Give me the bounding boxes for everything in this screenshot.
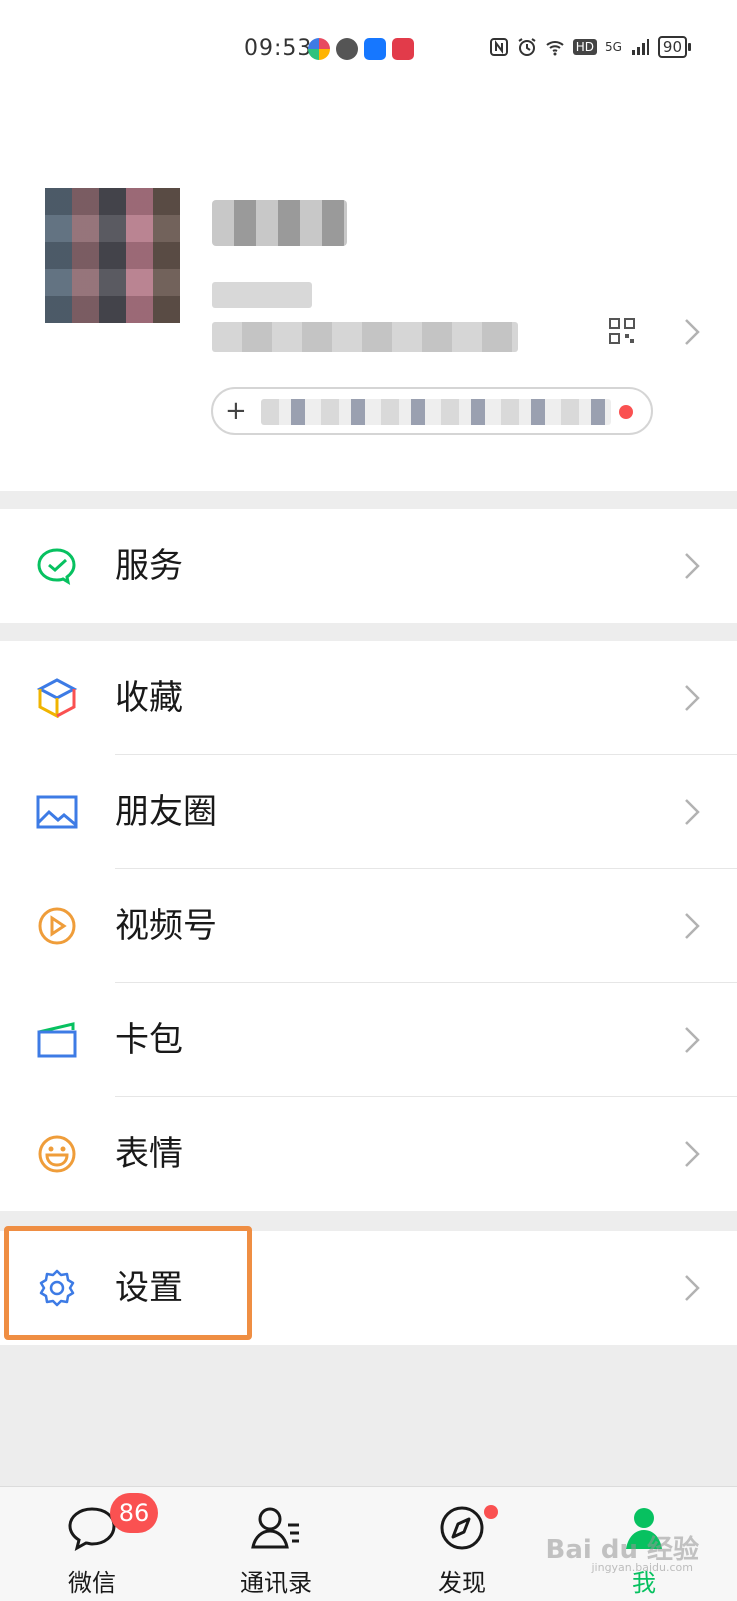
tab-label: 微信 (68, 1569, 116, 1597)
tab-chats[interactable]: 86 微信 (32, 1487, 158, 1601)
discover-red-dot (484, 1505, 498, 1519)
menu-item-stickers[interactable]: 表情 (0, 1097, 737, 1211)
profile-card[interactable]: + (0, 100, 737, 491)
wechat-notification-icon (336, 38, 358, 60)
menu-item-moments[interactable]: 朋友圈 (0, 755, 737, 869)
signal-icon (631, 39, 649, 55)
chevron-right-icon (685, 1141, 700, 1167)
services-group: 服务 (0, 509, 737, 623)
chevron-right-icon (685, 799, 700, 825)
nfc-icon (489, 38, 508, 56)
status-time: 09:53 (244, 36, 313, 61)
status-bar: 09:53 HD 5G 90 (0, 0, 737, 100)
alipay-notification-icon (364, 38, 386, 60)
menu-item-channels[interactable]: 视频号 (0, 869, 737, 983)
qr-code-icon[interactable] (609, 318, 635, 344)
wechat-pay-icon (37, 548, 76, 586)
status-red-dot (619, 405, 633, 419)
watermark-sub: jingyan.baidu.com (591, 1561, 693, 1574)
menu-label: 收藏 (115, 678, 183, 718)
menu-label: 视频号 (115, 906, 217, 946)
menu-item-services[interactable]: 服务 (0, 509, 737, 623)
tab-discover[interactable]: 发现 (402, 1487, 522, 1601)
hd-indicator: HD (572, 39, 597, 55)
contacts-icon (251, 1507, 299, 1549)
menu-label: 表情 (115, 1134, 183, 1174)
tab-contacts[interactable]: 通讯录 (216, 1487, 336, 1601)
menu-item-favorites[interactable]: 收藏 (0, 641, 737, 755)
play-icon (38, 907, 76, 945)
unread-badge: 86 (110, 1493, 158, 1533)
nickname-redacted (212, 200, 347, 246)
friend-status-redacted (261, 399, 611, 425)
avatar[interactable] (45, 188, 180, 323)
card-icon (37, 1022, 77, 1058)
chevron-right-icon (685, 553, 700, 579)
add-status-icon: + (225, 396, 247, 426)
chevron-right-icon (685, 685, 700, 711)
features-group: 收藏 朋友圈 视频号 卡包 表情 (0, 641, 737, 1211)
menu-label: 服务 (115, 546, 183, 586)
tab-label: 通讯录 (240, 1569, 312, 1597)
wechat-id-redacted (212, 282, 312, 308)
chevron-right-icon (685, 1275, 700, 1301)
cube-icon (36, 678, 78, 718)
image-icon (36, 795, 78, 829)
wifi-icon (546, 41, 564, 56)
network-type: 5G (604, 40, 622, 54)
status-button[interactable]: + (211, 387, 653, 435)
bottom-tab-bar: 86 微信 通讯录 发现 我 Bai du 经验 jingyan.baidu.c… (0, 1486, 737, 1601)
tab-label: 发现 (438, 1569, 486, 1597)
app-notification-icon-2 (392, 38, 414, 60)
battery-indicator: 90 (657, 36, 692, 58)
app-notification-icon (308, 38, 330, 60)
menu-label: 卡包 (115, 1020, 183, 1060)
account-info-redacted (212, 322, 518, 352)
menu-item-card-wallet[interactable]: 卡包 (0, 983, 737, 1097)
chevron-right-icon (685, 913, 700, 939)
chevron-right-icon[interactable] (684, 318, 700, 346)
menu-label: 朋友圈 (115, 792, 217, 832)
alarm-icon (518, 38, 536, 56)
status-indicators: HD 5G 90 (489, 36, 692, 58)
compass-icon (440, 1506, 484, 1550)
smile-icon (38, 1135, 76, 1173)
chevron-right-icon (685, 1027, 700, 1053)
settings-highlight-box (4, 1226, 252, 1340)
